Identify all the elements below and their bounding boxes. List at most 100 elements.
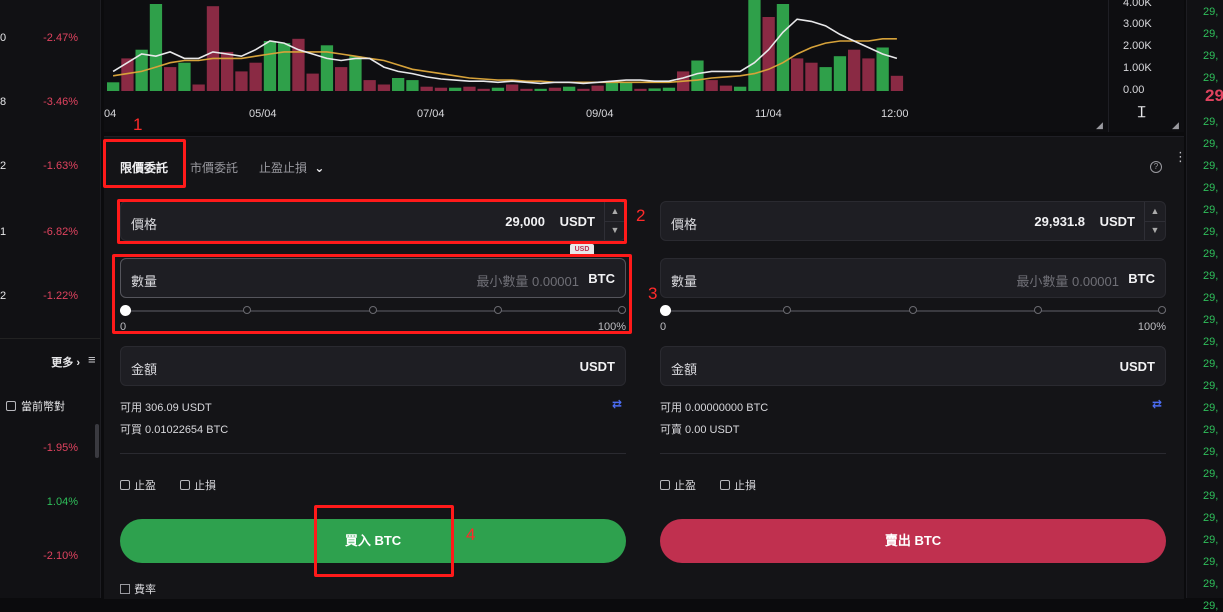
market-row[interactable]: 0 -2.47% bbox=[0, 32, 100, 52]
order-book-price[interactable]: 29, bbox=[1203, 28, 1218, 40]
volume-bar bbox=[620, 82, 633, 91]
order-book-price[interactable]: 29, bbox=[1203, 204, 1218, 216]
volume-bar bbox=[206, 6, 220, 92]
chevron-up-icon[interactable]: ▲ bbox=[1145, 202, 1165, 222]
order-book-price[interactable]: 29, bbox=[1203, 116, 1218, 128]
order-book-price[interactable]: 29, bbox=[1203, 138, 1218, 150]
order-book-price[interactable]: 29, bbox=[1203, 270, 1218, 282]
help-icon[interactable]: ? bbox=[1150, 161, 1162, 173]
buy-max-amount: 可買 0.01022654 BTC bbox=[120, 424, 229, 436]
market-row[interactable]: 2 -1.22% bbox=[0, 290, 100, 310]
more-markets[interactable]: 更多 › ≡ bbox=[0, 350, 100, 372]
transfer-icon[interactable]: ⇄ bbox=[1152, 397, 1162, 411]
slider-mark[interactable] bbox=[783, 306, 791, 314]
y-tick-label: 0.00 bbox=[1123, 84, 1145, 96]
volume-bar bbox=[605, 82, 619, 91]
more-link[interactable]: 更多 › bbox=[51, 354, 80, 370]
market-row[interactable]: 8 -3.46% bbox=[0, 96, 100, 116]
annotation-label-2: 2 bbox=[636, 206, 646, 225]
volume-bar bbox=[819, 67, 832, 91]
sell-price-label: 價格 bbox=[671, 217, 698, 232]
market-row-price: 8 bbox=[0, 96, 7, 108]
sell-quantity-slider[interactable]: 0 100% bbox=[660, 302, 1166, 333]
volume-bar bbox=[705, 80, 718, 91]
market-row-change: -2.47% bbox=[43, 32, 78, 44]
order-book-price[interactable]: 29, bbox=[1203, 336, 1218, 348]
current-pair-checkbox[interactable] bbox=[6, 401, 16, 411]
slider-handle[interactable] bbox=[660, 305, 671, 316]
sell-btc-button[interactable]: 賣出 BTC bbox=[660, 519, 1166, 563]
buy-stop-loss-toggle[interactable]: 止損 bbox=[180, 477, 216, 493]
order-book-price[interactable]: 29, bbox=[1203, 314, 1218, 326]
tab-tp-sl[interactable]: 止盈止損 ⌄ bbox=[259, 159, 324, 176]
resize-handle-icon[interactable]: ◢ bbox=[1096, 120, 1103, 131]
slider-mark[interactable] bbox=[1034, 306, 1042, 314]
order-book-price[interactable]: 29, bbox=[1203, 490, 1218, 502]
text-cursor-icon[interactable]: 𝙸 bbox=[1136, 104, 1147, 122]
transfer-icon[interactable]: ⇄ bbox=[612, 397, 622, 411]
buy-amount-label: 金額 bbox=[131, 362, 158, 377]
order-book-price[interactable]: 29, bbox=[1203, 380, 1218, 392]
order-book-price[interactable]: 29, bbox=[1203, 50, 1218, 62]
take-profit-checkbox[interactable] bbox=[660, 480, 670, 490]
fee-icon bbox=[120, 584, 130, 594]
market-row[interactable]: -1.95% bbox=[0, 442, 100, 462]
order-book-price[interactable]: 29, bbox=[1203, 248, 1218, 260]
chevron-down-icon[interactable]: ▼ bbox=[1145, 221, 1165, 240]
order-book-price[interactable]: 29, bbox=[1203, 226, 1218, 238]
sell-price-stepper[interactable]: ▲ ▼ bbox=[1144, 202, 1165, 240]
order-book-price[interactable]: 29, bbox=[1203, 578, 1218, 590]
menu-icon[interactable]: ≡ bbox=[88, 352, 98, 367]
order-book-price[interactable]: 29, bbox=[1203, 182, 1218, 194]
order-book-price[interactable]: 29, bbox=[1203, 358, 1218, 370]
market-row-change: -1.63% bbox=[43, 160, 78, 172]
buy-take-profit-toggle[interactable]: 止盈 bbox=[120, 477, 156, 493]
slider-mark[interactable] bbox=[1158, 306, 1166, 314]
volume-bar bbox=[577, 88, 590, 91]
order-book-price[interactable]: 29, bbox=[1203, 600, 1218, 612]
fee-rate[interactable]: 費率 bbox=[120, 581, 156, 597]
order-book-price[interactable]: 29, bbox=[1203, 446, 1218, 458]
stop-loss-checkbox[interactable] bbox=[180, 480, 190, 490]
sell-take-profit-toggle[interactable]: 止盈 bbox=[660, 477, 696, 493]
volume-bar bbox=[263, 41, 277, 91]
order-book-price[interactable]: 29, bbox=[1203, 556, 1218, 568]
volume-bar bbox=[178, 62, 191, 91]
volume-bar bbox=[363, 80, 376, 91]
volume-bar bbox=[520, 88, 533, 91]
chevron-down-icon: ⌄ bbox=[314, 161, 325, 175]
volume-bar bbox=[805, 62, 818, 91]
volume-bar bbox=[164, 67, 177, 91]
current-pair-filter[interactable]: 當前幣對 bbox=[6, 398, 65, 414]
stop-loss-checkbox[interactable] bbox=[720, 480, 730, 490]
market-row[interactable]: 1.04% bbox=[0, 496, 100, 516]
order-book-price[interactable]: 29, bbox=[1203, 534, 1218, 546]
slider-mark[interactable] bbox=[909, 306, 917, 314]
buy-amount-unit: USDT bbox=[579, 359, 615, 374]
sell-stop-loss-toggle[interactable]: 止損 bbox=[720, 477, 756, 493]
order-book-price[interactable]: 29, bbox=[1203, 160, 1218, 172]
market-row[interactable]: 1 -6.82% bbox=[0, 226, 100, 246]
take-profit-checkbox[interactable] bbox=[120, 480, 130, 490]
sell-amount-input[interactable]: 金額 USDT bbox=[660, 346, 1166, 386]
order-book-price[interactable]: 29, bbox=[1203, 292, 1218, 304]
sell-max-amount: 可賣 0.00 USDT bbox=[660, 424, 740, 436]
buy-amount-input[interactable]: 金額 USDT bbox=[120, 346, 626, 386]
market-row[interactable]: -2.10% bbox=[0, 550, 100, 570]
sell-price-input[interactable]: 價格 29,931.8 USDT ▲ ▼ bbox=[660, 201, 1166, 241]
order-book-price[interactable]: 29, bbox=[1203, 72, 1218, 84]
market-list: 0 -2.47% 8 -3.46% 2 -1.63% 1 -6.82% 2 -1… bbox=[0, 0, 101, 598]
order-book-price[interactable]: 29, bbox=[1203, 6, 1218, 18]
order-book-strip: 29 29, 29, 29, 29, 29, 29, 29, 29, 29, 29, 29, 29, 2… bbox=[1186, 0, 1223, 612]
volume-bar bbox=[235, 71, 248, 91]
sell-quantity-input[interactable]: 數量 最小數量 0.00001 BTC bbox=[660, 258, 1166, 298]
order-book-price[interactable]: 29, bbox=[1203, 512, 1218, 524]
order-book-price[interactable]: 29, bbox=[1203, 424, 1218, 436]
tab-market-order[interactable]: 市價委託 bbox=[190, 159, 238, 176]
market-row[interactable]: 2 -1.63% bbox=[0, 160, 100, 180]
order-book-price[interactable]: 29, bbox=[1203, 468, 1218, 480]
market-row-price: 2 bbox=[0, 160, 7, 172]
resize-handle-icon[interactable]: ◢ bbox=[1172, 120, 1179, 131]
volume-chart[interactable]: 4.00K 3.00K 2.00K 1.00K 0.00 04 05/04 07… bbox=[104, 0, 1184, 132]
order-book-price[interactable]: 29, bbox=[1203, 402, 1218, 414]
